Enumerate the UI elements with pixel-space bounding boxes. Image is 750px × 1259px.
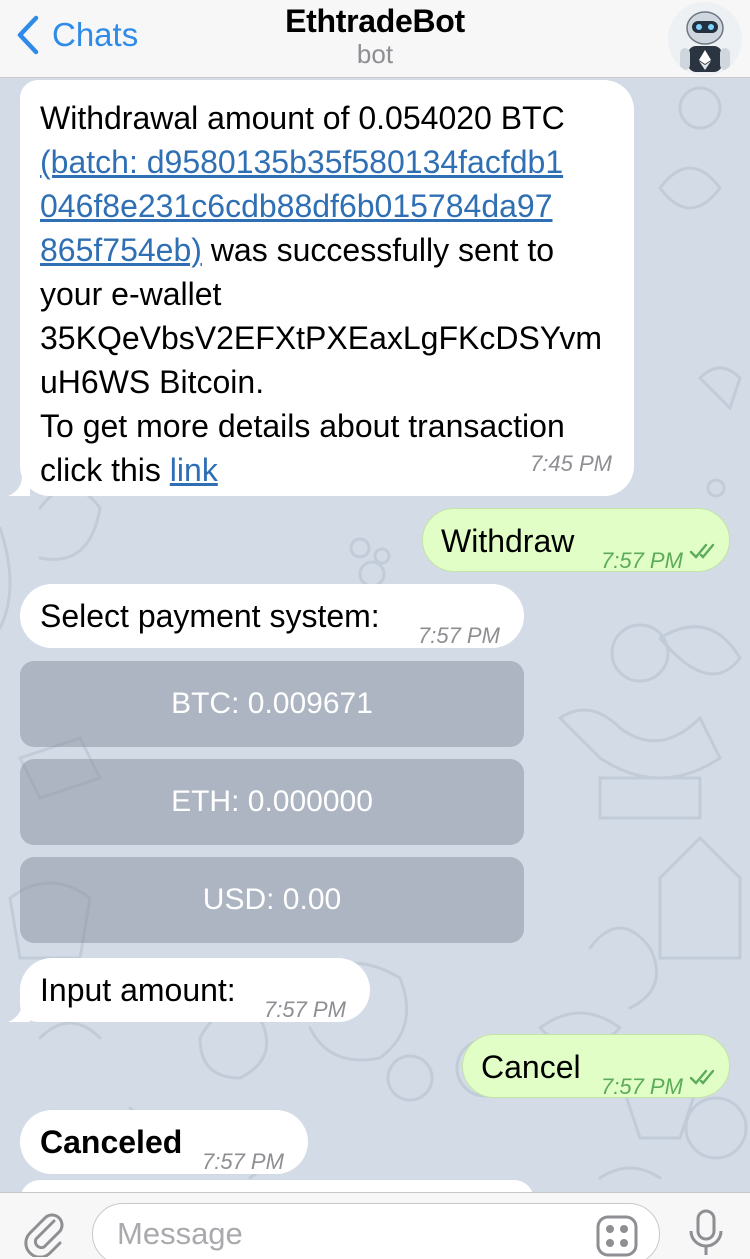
message-canceled[interactable]: Canceled 7:57 PM — [20, 1110, 308, 1174]
keyboard-button-btc[interactable]: BTC: 0.009671 — [20, 661, 524, 747]
message-partial — [20, 1180, 534, 1192]
robot-avatar-icon — [668, 2, 742, 76]
bot-avatar[interactable] — [668, 2, 742, 76]
withdrawal-text: Withdrawal amount of 0.054020 BTC — [40, 100, 565, 136]
message-withdraw-sent[interactable]: Withdraw 7:57 PM — [422, 508, 730, 573]
message-cancel-sent[interactable]: Cancel 7:57 PM — [462, 1034, 730, 1099]
message-input-bar — [0, 1192, 750, 1259]
message-withdrawal[interactable]: Withdrawal amount of 0.054020 BTC (batch… — [20, 80, 634, 496]
message-list[interactable]: Withdrawal amount of 0.054020 BTC (batch… — [0, 78, 750, 1192]
chat-header: Chats EthtradeBot bot — [0, 0, 750, 78]
chat-title: EthtradeBot — [285, 3, 465, 39]
message-input[interactable] — [92, 1203, 660, 1259]
bubble-tail — [8, 1002, 30, 1022]
bubble-tail — [8, 476, 30, 496]
message-time: 7:57 PM — [601, 1074, 683, 1099]
message-input-amount[interactable]: Input amount: 7:57 PM — [20, 958, 370, 1022]
message-time: 7:57 PM — [264, 997, 346, 1022]
incoming-text: Input amount: — [40, 972, 236, 1008]
message-time: 7:57 PM — [601, 548, 683, 573]
message-time: 7:45 PM — [530, 451, 612, 476]
chat-subtitle: bot — [356, 39, 394, 69]
keyboard-button-usd[interactable]: USD: 0.00 — [20, 857, 524, 943]
keyboard-button-eth[interactable]: ETH: 0.000000 — [20, 759, 524, 845]
message-select-payment[interactable]: Select payment system: 7:57 PM — [20, 584, 524, 648]
paperclip-icon[interactable] — [20, 1209, 68, 1257]
double-check-icon — [689, 1069, 715, 1085]
incoming-text: Select payment system: — [40, 598, 380, 634]
double-check-icon — [689, 543, 715, 559]
incoming-text: Canceled — [40, 1124, 183, 1160]
details-link[interactable]: link — [170, 452, 218, 488]
outgoing-text: Cancel — [481, 1049, 581, 1085]
sticker-grid-icon[interactable] — [596, 1215, 638, 1257]
chat-title-area[interactable]: EthtradeBot bot — [0, 2, 750, 68]
details-text: To get more details about transaction cl… — [40, 408, 565, 488]
outgoing-text: Withdraw — [441, 523, 575, 559]
message-time: 7:57 PM — [202, 1149, 284, 1174]
message-time: 7:57 PM — [418, 623, 500, 648]
microphone-icon[interactable] — [686, 1207, 726, 1257]
